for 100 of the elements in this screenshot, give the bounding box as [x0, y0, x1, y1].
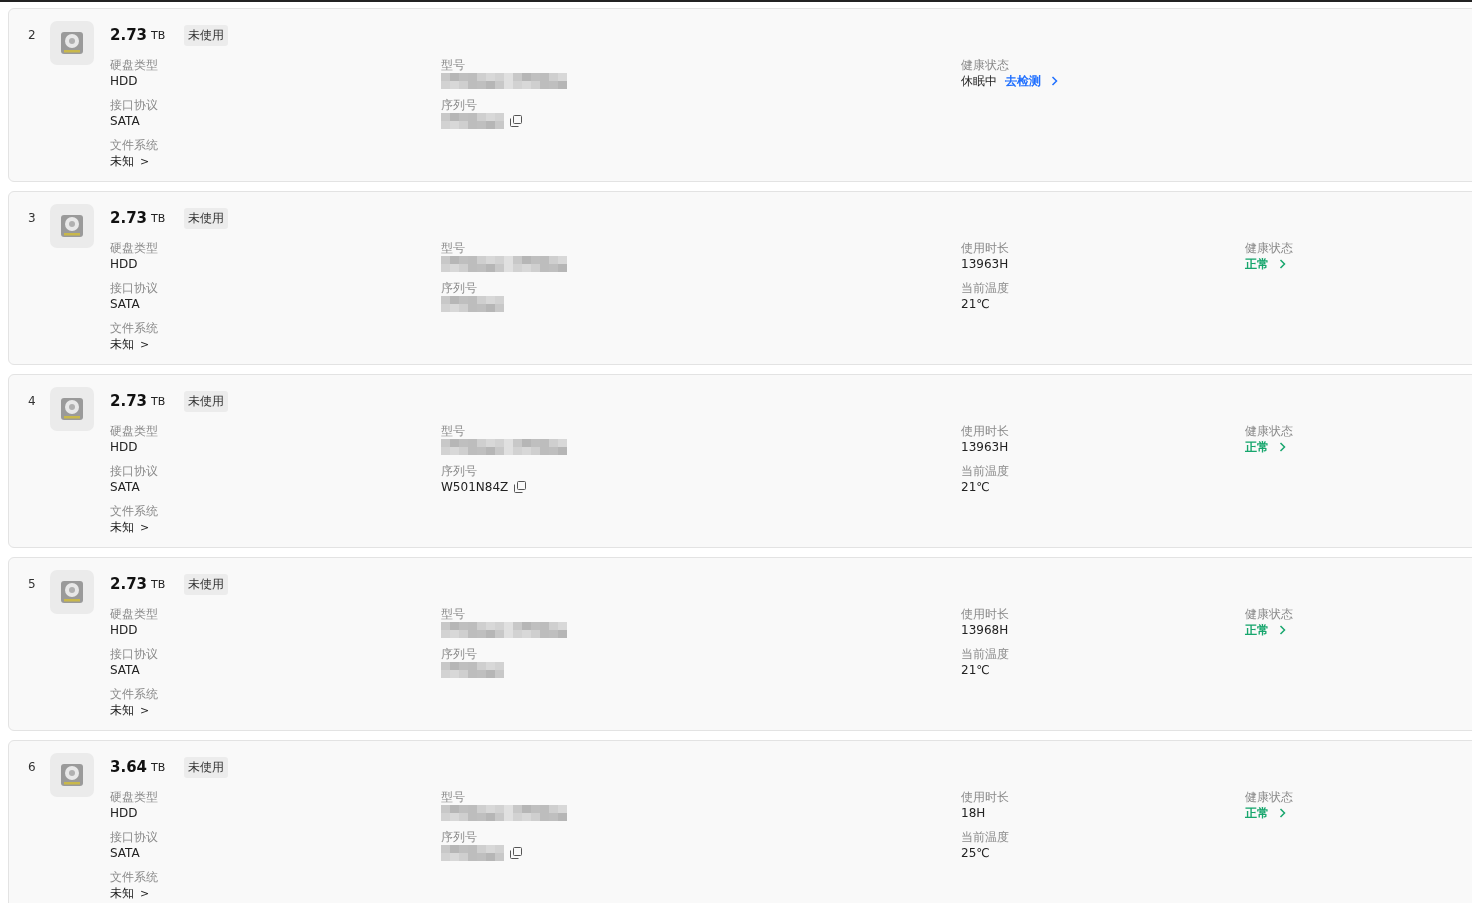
field-label: 硬盘类型	[110, 423, 159, 439]
health-status: 正常	[1245, 439, 1269, 455]
field-value: HDD	[110, 622, 138, 638]
field-value: HDD	[110, 439, 138, 455]
size-unit: TB	[151, 760, 166, 774]
field-label: 接口协议	[110, 646, 159, 662]
field-label: 健康状态	[1245, 606, 1294, 622]
expand-link[interactable]: >	[140, 886, 150, 900]
field-value: W501N84Z	[441, 479, 509, 495]
field-value: 未知	[110, 702, 134, 718]
disk-index: 4	[28, 393, 37, 410]
field-value: SATA	[110, 479, 140, 495]
size-unit: TB	[151, 28, 166, 42]
field-value: 13968H	[961, 622, 1010, 638]
health-status: 正常	[1245, 805, 1269, 821]
hard-drive-icon	[59, 213, 85, 239]
status-badge: 未使用	[184, 756, 229, 778]
field-value: 未知	[110, 336, 134, 352]
size-unit: TB	[151, 394, 166, 408]
status-badge: 未使用	[184, 573, 229, 595]
field-value: 未知	[110, 153, 134, 169]
field-value: 21℃	[961, 479, 991, 495]
field-value: 18H	[961, 805, 987, 821]
expand-link[interactable]: >	[140, 703, 150, 717]
field-value: HDD	[110, 805, 138, 821]
field-label: 硬盘类型	[110, 606, 159, 622]
chevron-right-icon[interactable]	[1279, 442, 1286, 452]
check-link[interactable]: 去检测	[1005, 72, 1041, 90]
chevron-right-icon[interactable]	[1279, 259, 1286, 269]
disk-index: 6	[28, 759, 37, 776]
field-label: 序列号	[441, 829, 478, 845]
field-label: 型号	[441, 240, 466, 256]
field-label: 使用时长	[961, 789, 1010, 805]
disk-size: 2.73	[110, 209, 147, 227]
field-label: 序列号	[441, 280, 478, 296]
disk-size: 2.73	[110, 26, 147, 44]
field-label: 使用时长	[961, 240, 1010, 256]
field-label: 当前温度	[961, 646, 1010, 662]
disk-size: 2.73	[110, 392, 147, 410]
field-value: 21℃	[961, 662, 991, 678]
field-label: 当前温度	[961, 463, 1010, 479]
field-value: 未知	[110, 885, 134, 901]
hard-drive-icon	[59, 396, 85, 422]
field-label: 文件系统	[110, 869, 159, 885]
expand-link[interactable]: >	[140, 337, 150, 351]
status-badge: 未使用	[184, 24, 229, 46]
field-label: 文件系统	[110, 503, 159, 519]
field-value: HDD	[110, 256, 138, 272]
field-label: 接口协议	[110, 829, 159, 845]
field-label: 当前温度	[961, 280, 1010, 296]
expand-link[interactable]: >	[140, 154, 150, 168]
status-badge: 未使用	[184, 390, 229, 412]
field-value: 21℃	[961, 296, 991, 312]
hard-drive-icon	[59, 762, 85, 788]
field-value: SATA	[110, 296, 140, 312]
disk-size: 2.73	[110, 575, 147, 593]
expand-link[interactable]: >	[140, 520, 150, 534]
field-label: 健康状态	[1245, 240, 1294, 256]
field-label: 硬盘类型	[110, 57, 159, 73]
field-label: 接口协议	[110, 280, 159, 296]
field-label: 硬盘类型	[110, 240, 159, 256]
field-label: 健康状态	[1245, 423, 1294, 439]
field-label: 使用时长	[961, 423, 1010, 439]
field-label: 文件系统	[110, 686, 159, 702]
field-label: 接口协议	[110, 97, 159, 113]
field-label: 序列号	[441, 97, 478, 113]
field-value: SATA	[110, 113, 140, 129]
chevron-right-icon[interactable]	[1279, 625, 1286, 635]
field-value: SATA	[110, 845, 140, 861]
field-label: 型号	[441, 423, 466, 439]
field-label: 序列号	[441, 646, 478, 662]
disk-size: 3.64	[110, 758, 147, 776]
field-label: 序列号	[441, 463, 478, 479]
field-label: 文件系统	[110, 320, 159, 336]
health-status: 正常	[1245, 622, 1269, 638]
hard-drive-icon	[59, 579, 85, 605]
field-value: 13963H	[961, 439, 1010, 455]
size-unit: TB	[151, 577, 166, 591]
copy-icon[interactable]	[510, 115, 522, 127]
field-value: SATA	[110, 662, 140, 678]
field-value: 未知	[110, 519, 134, 535]
disk-index: 2	[28, 27, 37, 44]
field-value: HDD	[110, 73, 138, 89]
disk-index: 5	[28, 576, 37, 593]
field-label: 健康状态	[961, 57, 1010, 73]
field-value: 25℃	[961, 845, 991, 861]
status-badge: 未使用	[184, 207, 229, 229]
health-status: 正常	[1245, 256, 1269, 272]
copy-icon[interactable]	[510, 847, 522, 859]
copy-icon[interactable]	[514, 481, 527, 493]
field-label: 当前温度	[961, 829, 1010, 845]
hard-drive-icon	[59, 30, 85, 56]
field-label: 型号	[441, 57, 466, 73]
health-status: 休眠中	[961, 73, 997, 89]
field-label: 健康状态	[1245, 789, 1294, 805]
chevron-right-icon[interactable]	[1279, 808, 1286, 818]
field-label: 型号	[441, 789, 466, 805]
field-label: 文件系统	[110, 137, 159, 153]
field-label: 使用时长	[961, 606, 1010, 622]
chevron-right-icon[interactable]	[1051, 76, 1058, 86]
